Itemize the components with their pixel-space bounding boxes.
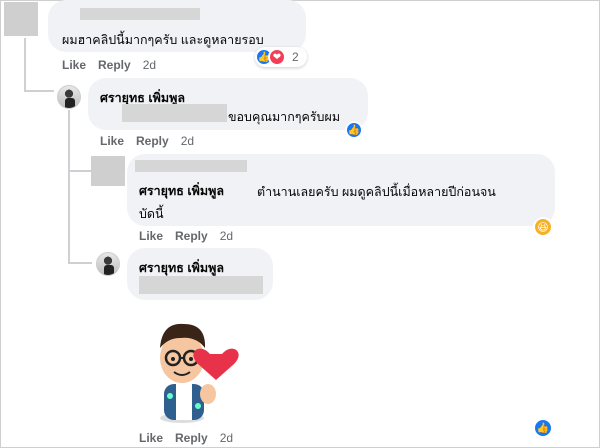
reply-button[interactable]: Reply <box>175 431 208 445</box>
reply-button[interactable]: Reply <box>98 58 131 72</box>
avatar[interactable] <box>91 156 125 186</box>
avatar[interactable] <box>4 2 38 36</box>
like-button[interactable]: Like <box>139 229 163 243</box>
haha-reaction-icon[interactable]: 😆 <box>533 217 553 237</box>
love-reaction-icon: ❤ <box>268 48 286 66</box>
comment-bubble: ศรายุทธ เพิ่มพูล ขอบคุณมากๆครับผม <box>88 78 368 130</box>
like-button[interactable]: Like <box>139 431 163 445</box>
comment-bubble: ศรายุทธ เพิ่มพูล ตำนานเลยครับ ผมดูคลิปนี… <box>127 154 555 226</box>
redacted-text <box>122 104 227 122</box>
reaction-count: 2 <box>292 50 299 64</box>
thread-line <box>68 110 70 262</box>
comment-author[interactable]: ศรายุทธ เพิ่มพูล <box>139 258 224 278</box>
avatar[interactable] <box>96 252 120 276</box>
timestamp[interactable]: 2d <box>220 431 233 445</box>
thread-connector <box>24 90 54 92</box>
comment-actions: Like Reply 2d <box>139 229 245 243</box>
like-button[interactable]: Like <box>62 58 86 72</box>
comment-text-line1: ตำนานเลยครับ ผมดูคลิปนี้เมื่อหลายปีก่อนจ… <box>257 185 496 199</box>
thread-connector <box>68 262 92 264</box>
timestamp[interactable]: 2d <box>220 229 233 243</box>
reply-button[interactable]: Reply <box>175 229 208 243</box>
comment-bubble: ศรายุทธ เพิ่มพูล <box>127 248 273 300</box>
thread-connector <box>68 170 92 172</box>
thread-line <box>24 38 26 92</box>
avatar[interactable] <box>57 85 81 109</box>
redacted-name <box>135 160 247 172</box>
like-reaction-icon[interactable]: 👍 <box>345 121 363 139</box>
timestamp[interactable]: 2d <box>181 134 194 148</box>
comment-author[interactable]: ศรายุทธ เพิ่มพูล <box>139 181 224 201</box>
comment-actions: Like Reply 2d <box>62 58 168 72</box>
heart-sticker <box>160 323 239 423</box>
like-button[interactable]: Like <box>100 134 124 148</box>
reply-button[interactable]: Reply <box>136 134 169 148</box>
reactions[interactable]: 👍 ❤ 2 <box>255 47 307 67</box>
like-reaction-icon[interactable]: 👍 <box>533 418 553 438</box>
comment-text-line2: บัดนี้ <box>139 207 164 221</box>
comment-bubble: ผมฮาคลิปนี้มากๆครับ และดูหลายรอบ <box>48 0 306 52</box>
comment-text: ผมฮาคลิปนี้มากๆครับ และดูหลายรอบ <box>62 33 264 47</box>
timestamp[interactable]: 2d <box>143 58 156 72</box>
redacted-name <box>80 8 200 20</box>
comment-text: ขอบคุณมากๆครับผม <box>228 110 341 124</box>
comment-actions: Like Reply 2d <box>100 134 206 148</box>
redacted-text <box>139 276 263 294</box>
comment-actions: Like Reply 2d <box>139 431 245 445</box>
